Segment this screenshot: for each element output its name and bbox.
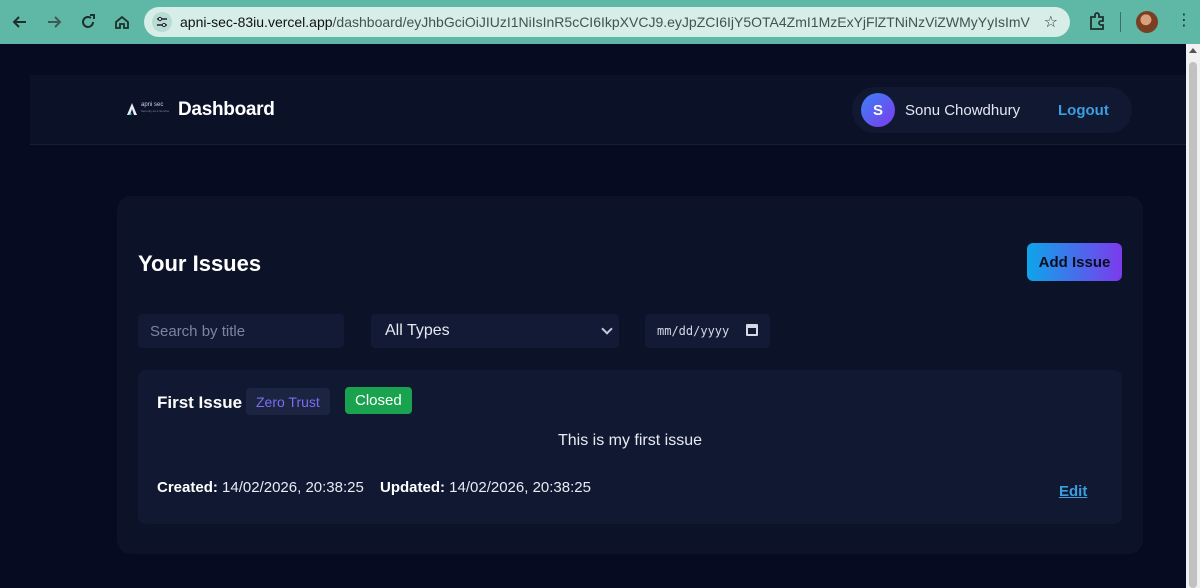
issues-heading: Your Issues — [138, 251, 262, 276]
page: apni sec Security as a Service Dashboard … — [0, 44, 1186, 588]
scroll-up-icon[interactable] — [1189, 48, 1197, 53]
forward-icon[interactable] — [40, 8, 68, 36]
browser-toolbar: apni-sec-83iu.vercel.app/dashboard/eyJhb… — [0, 0, 1200, 44]
date-placeholder: mm/dd/yyyy — [657, 324, 730, 338]
bookmark-star-icon[interactable]: ☆ — [1044, 12, 1058, 32]
url-text: apni-sec-83iu.vercel.app/dashboard/eyJhb… — [180, 14, 1030, 30]
logout-button[interactable]: Logout — [1058, 102, 1109, 119]
date-filter-input[interactable]: mm/dd/yyyy — [645, 314, 770, 348]
add-issue-button[interactable]: Add Issue — [1027, 243, 1122, 281]
updated-timestamp: Updated: 14/02/2026, 20:38:25 — [380, 479, 591, 496]
created-timestamp: Created: 14/02/2026, 20:38:25 — [157, 479, 364, 496]
address-bar[interactable]: apni-sec-83iu.vercel.app/dashboard/eyJhb… — [144, 7, 1070, 37]
page-title: Dashboard — [178, 99, 275, 120]
type-filter-value: All Types — [385, 322, 450, 339]
edit-link[interactable]: Edit — [1059, 483, 1087, 500]
scroll-thumb[interactable] — [1189, 62, 1197, 588]
user-menu: S Sonu Chowdhury Logout — [852, 87, 1132, 133]
type-filter-select[interactable]: All Types — [371, 314, 619, 348]
search-input[interactable] — [138, 314, 344, 348]
extensions-icon[interactable] — [1086, 10, 1108, 32]
site-info-icon[interactable] — [152, 12, 172, 32]
issue-description: This is my first issue — [557, 432, 702, 449]
browser-menu-icon[interactable]: ⋮ — [1176, 10, 1192, 30]
user-name: Sonu Chowdhury — [905, 102, 1021, 119]
calendar-icon[interactable] — [746, 324, 758, 336]
home-icon[interactable] — [108, 8, 136, 36]
chevron-down-icon — [601, 323, 613, 335]
scrollbar[interactable] — [1186, 44, 1200, 588]
reload-icon[interactable] — [74, 8, 102, 36]
issue-title: First Issue — [157, 393, 243, 412]
issue-card: First Issue Zero Trust Closed This is my… — [138, 370, 1122, 524]
logo-text: apni sec Security as a Service — [141, 102, 170, 113]
logo[interactable]: apni sec Security as a Service — [127, 102, 170, 115]
toolbar-divider — [1120, 12, 1121, 32]
logo-icon — [127, 102, 137, 115]
avatar[interactable]: S — [861, 93, 895, 127]
status-badge: Closed — [345, 387, 412, 414]
issues-panel: Your Issues Add Issue All Types mm/dd/yy… — [117, 196, 1143, 554]
profile-avatar[interactable] — [1136, 11, 1158, 33]
issue-type-badge: Zero Trust — [246, 388, 330, 415]
back-icon[interactable] — [6, 8, 34, 36]
top-navbar: apni sec Security as a Service Dashboard … — [30, 75, 1186, 145]
